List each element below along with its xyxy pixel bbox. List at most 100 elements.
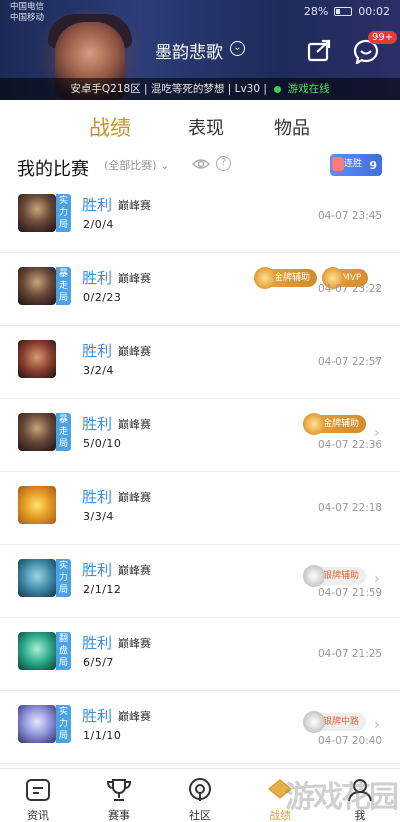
nav-label: 社区 bbox=[189, 809, 211, 822]
match-row[interactable]: 暴走局 胜利 巅峰赛 0/2/23 金牌辅助 MVP 04-07 23:22 › bbox=[0, 253, 400, 326]
profile-header: 中国电信 中国移动 28% 00:02 墨韵悲歌 ⌄ 99+ 安卓手Q218区 … bbox=[0, 0, 400, 100]
hero-avatar bbox=[18, 413, 56, 451]
match-result: 胜利 bbox=[82, 707, 113, 725]
match-mode: 巅峰赛 bbox=[118, 272, 151, 285]
tab-records[interactable]: 战绩 bbox=[89, 112, 131, 142]
watermark: 游戏花园 bbox=[285, 780, 399, 815]
nav-label: 资讯 bbox=[27, 809, 49, 822]
share-icon[interactable] bbox=[307, 38, 333, 62]
hero-avatar bbox=[18, 340, 56, 378]
match-time: 04-07 22:36 bbox=[318, 439, 383, 451]
match-kda: 2/1/12 bbox=[83, 583, 122, 596]
streak-label: 连胜 bbox=[344, 159, 363, 169]
match-time: 04-07 20:40 bbox=[318, 735, 383, 747]
chevron-right-icon: › bbox=[374, 425, 380, 441]
status-right: 28% 00:02 bbox=[304, 5, 390, 18]
match-time: 04-07 23:22 bbox=[318, 283, 383, 295]
match-tag: 实力局 bbox=[56, 194, 71, 232]
nav-events[interactable]: 赛事 bbox=[89, 769, 149, 822]
server-info: 安卓手Q218区 | 混吃等死的梦想 | Lv30 | bbox=[70, 83, 267, 95]
match-kda: 3/3/4 bbox=[83, 510, 114, 523]
medal-gold-support: 金牌辅助 bbox=[303, 413, 367, 435]
match-tag: 实力局 bbox=[56, 705, 71, 743]
chevron-right-icon: › bbox=[374, 352, 380, 368]
match-mode: 巅峰赛 bbox=[118, 564, 151, 577]
match-result: 胜利 bbox=[82, 561, 113, 579]
hero-avatar bbox=[18, 486, 56, 524]
match-row[interactable]: 胜利 巅峰赛 3/3/4 04-07 22:18 › bbox=[0, 472, 400, 545]
hero-avatar bbox=[18, 267, 56, 305]
chevron-right-icon: › bbox=[374, 717, 380, 733]
match-time: 04-07 21:59 bbox=[318, 587, 383, 599]
win-streak-badge: 连胜 9 bbox=[330, 154, 382, 176]
nav-community[interactable]: 社区 bbox=[170, 769, 230, 822]
chevron-right-icon: › bbox=[374, 279, 380, 295]
match-mode: 巅峰赛 bbox=[118, 199, 151, 212]
carrier-2: 中国移动 bbox=[10, 13, 45, 23]
chevron-right-icon: › bbox=[374, 498, 380, 514]
match-row[interactable]: 实力局 胜利 巅峰赛 2/1/12 银牌辅助 04-07 21:59 › bbox=[0, 545, 400, 618]
match-tag: 实力局 bbox=[56, 559, 71, 597]
medal-icon bbox=[303, 711, 325, 733]
match-tag: 暴走局 bbox=[56, 267, 71, 305]
match-kda: 3/2/4 bbox=[83, 364, 114, 377]
match-mode: 巅峰赛 bbox=[118, 637, 151, 650]
match-row[interactable]: 实力局 胜利 巅峰赛 2/0/4 04-07 23:45 › bbox=[0, 180, 400, 253]
match-time: 04-07 23:45 bbox=[318, 210, 383, 222]
match-tag: 暴走局 bbox=[56, 413, 71, 451]
online-dot-icon bbox=[274, 85, 282, 93]
match-filter-dropdown[interactable]: (全部比赛) ⌄ bbox=[104, 157, 169, 173]
help-icon[interactable]: ? bbox=[216, 156, 231, 171]
match-time: 04-07 21:25 bbox=[318, 648, 383, 660]
streak-icon bbox=[332, 157, 344, 171]
match-kda: 2/0/4 bbox=[83, 218, 114, 231]
medal-icon bbox=[303, 413, 325, 435]
match-result: 胜利 bbox=[82, 488, 113, 506]
match-row[interactable]: 实力局 胜利 巅峰赛 1/1/10 银牌中路 04-07 20:40 › bbox=[0, 691, 400, 764]
medal-silver-support: 银牌辅助 bbox=[303, 565, 367, 587]
chevron-right-icon: › bbox=[374, 206, 380, 222]
tab-performance[interactable]: 表现 bbox=[188, 114, 224, 140]
nav-news[interactable]: 资讯 bbox=[8, 769, 68, 822]
match-mode: 巅峰赛 bbox=[118, 345, 151, 358]
battery-percent: 28% bbox=[303, 5, 329, 18]
match-tag: 翻盘局 bbox=[56, 632, 71, 670]
chevron-down-icon: ⌄ bbox=[160, 159, 170, 172]
tab-bar: 战绩 表现 物品 bbox=[0, 100, 400, 152]
app-root: 中国电信 中国移动 28% 00:02 墨韵悲歌 ⌄ 99+ 安卓手Q218区 … bbox=[0, 0, 400, 822]
player-name[interactable]: 墨韵悲歌 bbox=[155, 38, 223, 63]
match-mode: 巅峰赛 bbox=[118, 710, 151, 723]
match-result: 胜利 bbox=[82, 415, 113, 433]
match-kda: 6/5/7 bbox=[83, 656, 114, 669]
match-mode: 巅峰赛 bbox=[118, 418, 151, 431]
section-title: 我的比赛 bbox=[17, 159, 89, 180]
hero-avatar bbox=[18, 559, 56, 597]
hero-avatar bbox=[18, 632, 56, 670]
match-kda: 0/2/23 bbox=[83, 291, 122, 304]
match-row[interactable]: 胜利 巅峰赛 3/2/4 04-07 22:57 › bbox=[0, 326, 400, 399]
match-result: 胜利 bbox=[82, 634, 113, 652]
chevron-down-icon[interactable]: ⌄ bbox=[230, 41, 245, 56]
battery-icon bbox=[334, 7, 353, 16]
hero-avatar bbox=[18, 194, 56, 232]
match-time: 04-07 22:57 bbox=[318, 356, 383, 368]
match-row[interactable]: 翻盘局 胜利 巅峰赛 6/5/7 04-07 21:25 › bbox=[0, 618, 400, 691]
medal-silver-mid: 银牌中路 bbox=[303, 711, 367, 733]
nav-label: 赛事 bbox=[108, 809, 130, 822]
carrier-info: 中国电信 中国移动 bbox=[10, 2, 44, 24]
match-kda: 5/0/10 bbox=[83, 437, 122, 450]
eye-icon[interactable] bbox=[192, 157, 210, 171]
player-info-bar: 安卓手Q218区 | 混吃等死的梦想 | Lv30 | 游戏在线 bbox=[0, 78, 400, 100]
trophy-icon bbox=[106, 779, 132, 801]
match-result: 胜利 bbox=[82, 269, 113, 287]
match-mode: 巅峰赛 bbox=[118, 491, 151, 504]
match-row[interactable]: 暴走局 胜利 巅峰赛 5/0/10 金牌辅助 04-07 22:36 › bbox=[0, 399, 400, 472]
news-icon bbox=[26, 779, 50, 801]
chevron-right-icon: › bbox=[374, 644, 380, 660]
filter-label: (全部比赛) bbox=[104, 159, 157, 172]
tab-items[interactable]: 物品 bbox=[274, 114, 310, 140]
chevron-right-icon: › bbox=[374, 571, 380, 587]
notification-badge: 99+ bbox=[368, 31, 398, 44]
matches-section-header: 我的比赛 (全部比赛) ⌄ ? 连胜 9 bbox=[0, 152, 400, 182]
medal-icon bbox=[303, 565, 325, 587]
